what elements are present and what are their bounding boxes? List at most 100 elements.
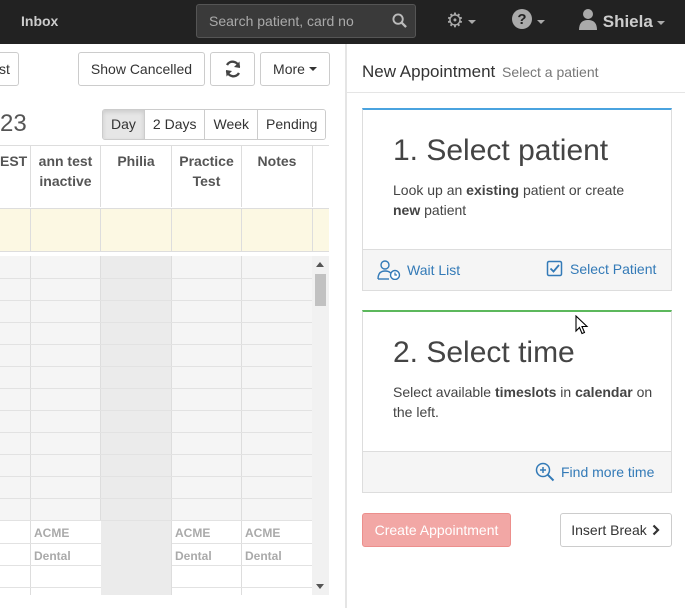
column-header-label: ann test bbox=[38, 153, 93, 169]
column-header[interactable]: Notes bbox=[242, 146, 313, 207]
slot-line bbox=[172, 587, 312, 588]
search-box[interactable] bbox=[196, 4, 416, 38]
zoom-in-icon bbox=[535, 462, 555, 482]
column-divider bbox=[30, 521, 31, 595]
select-time-card: 2. Select time Select available timeslot… bbox=[362, 310, 672, 493]
column-divider bbox=[30, 208, 31, 252]
time-slots[interactable]: ACME ACME ACME Dental Dental Dental bbox=[0, 256, 312, 595]
calendar-panel: st Show Cancelled More 23 Day 2 Days Wee… bbox=[0, 44, 345, 608]
slot-line bbox=[0, 565, 101, 566]
tab-pending[interactable]: Pending bbox=[258, 110, 326, 139]
caret-down-icon bbox=[308, 67, 317, 71]
more-button[interactable]: More bbox=[260, 52, 330, 86]
panel-title: New Appointment Select a patient bbox=[362, 62, 599, 82]
help-menu[interactable]: ? bbox=[511, 8, 545, 33]
slot-line bbox=[0, 388, 312, 389]
wait-list-label: Wait List bbox=[407, 262, 461, 278]
wait-list-link[interactable]: Wait List bbox=[377, 260, 460, 280]
chevron-right-icon bbox=[652, 524, 660, 536]
card-footer: Wait List Select Patient bbox=[363, 249, 671, 290]
step2-text: calendar bbox=[575, 384, 633, 400]
scroll-up-icon[interactable] bbox=[316, 262, 324, 267]
panel-subtitle: Select a patient bbox=[501, 64, 599, 80]
select-patient-card: 1. Select patient Look up an existing pa… bbox=[362, 108, 672, 291]
column-header[interactable]: ann test inactive bbox=[31, 146, 101, 207]
slot-label: ACME bbox=[245, 526, 281, 540]
slot-label: ACME bbox=[34, 526, 70, 540]
tab-day[interactable]: Day bbox=[103, 110, 145, 139]
partial-toolbar-button[interactable]: st bbox=[0, 52, 19, 86]
checkbox-icon bbox=[546, 260, 563, 277]
slot-line bbox=[0, 366, 312, 367]
column-divider bbox=[171, 208, 172, 252]
step1-description: Look up an existing patient or create ne… bbox=[393, 180, 653, 220]
caret-down-icon bbox=[467, 19, 476, 24]
column-divider bbox=[241, 521, 242, 595]
user-name: Shiela bbox=[602, 12, 653, 31]
create-appointment-button[interactable]: Create Appointment bbox=[362, 513, 511, 547]
calendar-date: 23 bbox=[0, 110, 27, 137]
column-header[interactable]: Practice Test bbox=[172, 146, 242, 207]
vertical-scrollbar[interactable] bbox=[312, 256, 329, 595]
refresh-button[interactable] bbox=[210, 52, 255, 86]
column-header-label: inactive bbox=[39, 173, 92, 189]
scrollbar-thumb[interactable] bbox=[315, 274, 326, 306]
slot-line bbox=[172, 565, 312, 566]
step1-text: patient or create bbox=[519, 182, 625, 198]
all-day-row[interactable] bbox=[0, 208, 329, 252]
slot-line bbox=[0, 410, 312, 411]
step1-text: new bbox=[393, 202, 421, 218]
user-clock-icon bbox=[377, 260, 401, 280]
slot-line bbox=[0, 587, 101, 588]
column-divider bbox=[312, 208, 313, 252]
column-header[interactable]: Philia bbox=[101, 146, 172, 207]
top-navbar: Inbox ⚙ ? Shiela bbox=[0, 0, 685, 44]
panel-title-text: New Appointment bbox=[362, 62, 496, 81]
search-input[interactable] bbox=[197, 5, 377, 37]
svg-text:?: ? bbox=[517, 11, 526, 28]
step2-heading: 2. Select time bbox=[393, 336, 575, 369]
step1-heading: 1. Select patient bbox=[393, 134, 609, 167]
nav-inbox[interactable]: Inbox bbox=[21, 13, 58, 29]
slot-line bbox=[0, 278, 312, 279]
partial-button-label: st bbox=[0, 61, 10, 77]
more-label: More bbox=[273, 61, 305, 77]
column-header-label: Philia bbox=[117, 153, 155, 169]
settings-menu[interactable]: ⚙ bbox=[446, 8, 476, 33]
search-icon[interactable] bbox=[392, 13, 407, 31]
find-more-time-link[interactable]: Find more time bbox=[535, 462, 654, 482]
step1-text: patient bbox=[420, 202, 467, 218]
slot-label: ACME bbox=[175, 526, 211, 540]
column-header-label: Practice bbox=[179, 153, 234, 169]
divider bbox=[347, 92, 685, 93]
column-divider bbox=[100, 208, 101, 252]
tab-week[interactable]: Week bbox=[205, 110, 259, 139]
select-patient-link[interactable]: Select Patient bbox=[546, 260, 656, 278]
column-header[interactable]: EST bbox=[0, 146, 31, 207]
show-cancelled-button[interactable]: Show Cancelled bbox=[78, 52, 205, 86]
scroll-down-icon[interactable] bbox=[316, 584, 324, 589]
slot-line bbox=[172, 543, 312, 544]
step2-description: Select available timeslots in calendar o… bbox=[393, 382, 653, 422]
refresh-icon bbox=[225, 60, 240, 78]
column-divider bbox=[241, 208, 242, 252]
step1-text: Look up an bbox=[393, 182, 467, 198]
tab-2-days[interactable]: 2 Days bbox=[144, 110, 206, 139]
find-more-time-label: Find more time bbox=[561, 464, 655, 480]
insert-break-button[interactable]: Insert Break bbox=[560, 513, 672, 547]
view-switcher: Day 2 Days Week Pending bbox=[102, 109, 327, 140]
slot-label: Dental bbox=[34, 549, 71, 563]
user-menu[interactable]: Shiela bbox=[578, 8, 665, 32]
step2-text: timeslots bbox=[494, 384, 557, 400]
step2-text: in bbox=[556, 384, 576, 400]
slot-line bbox=[0, 432, 312, 433]
column-header-label: Notes bbox=[257, 153, 297, 169]
step2-text: Select available bbox=[393, 384, 495, 400]
new-appointment-panel: New Appointment Select a patient 1. Sele… bbox=[345, 44, 685, 608]
slot-line bbox=[0, 454, 312, 455]
slot-line bbox=[0, 300, 312, 301]
slot-line bbox=[0, 498, 312, 499]
insert-break-label: Insert Break bbox=[571, 522, 647, 538]
unavailable-column bbox=[101, 256, 172, 595]
slot-line bbox=[0, 543, 101, 544]
